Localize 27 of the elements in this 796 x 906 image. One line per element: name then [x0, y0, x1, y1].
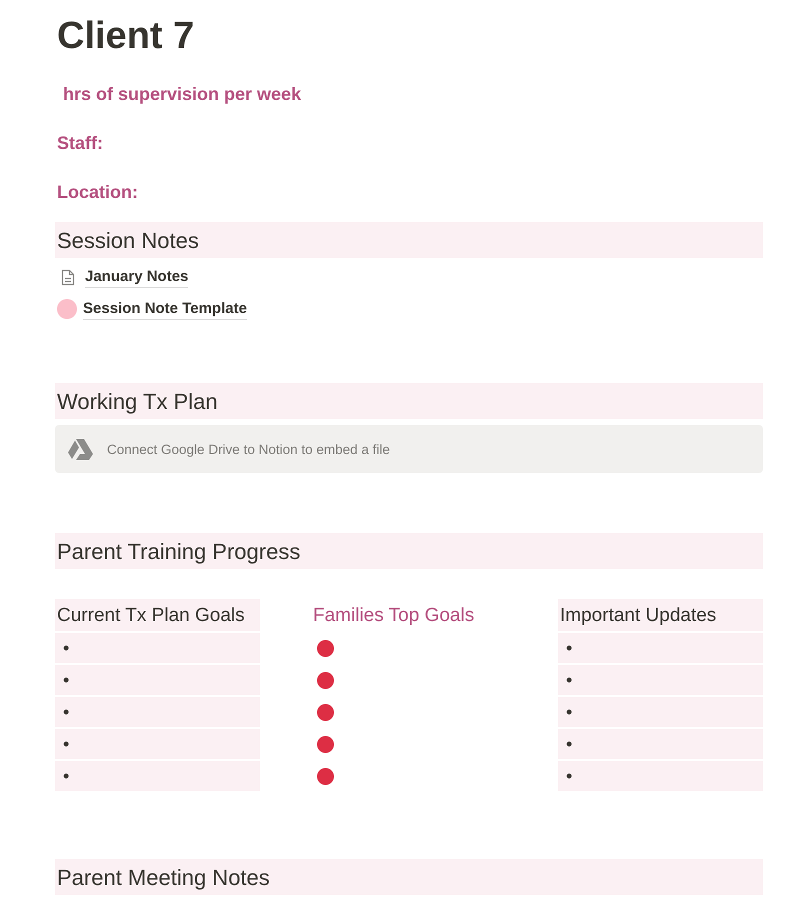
bullet: •	[566, 734, 572, 754]
column-heading: Current Tx Plan Goals	[55, 599, 260, 631]
section-heading: Session Notes	[55, 222, 763, 258]
bullet: •	[63, 670, 70, 690]
column-heading: Important Updates	[558, 599, 763, 631]
page-link[interactable]: January Notes	[85, 266, 188, 288]
property-label: hrs of supervision per week	[62, 83, 302, 106]
section-heading: Parent Meeting Notes	[55, 859, 763, 895]
page-title: Client 7	[57, 14, 196, 58]
section-heading: Parent Training Progress	[55, 533, 763, 569]
property-label: Staff:	[56, 132, 104, 155]
document-icon	[61, 268, 75, 286]
embed-text: Connect Google Drive to Notion to embed a file	[107, 442, 390, 456]
page-link[interactable]: Session Note Template	[83, 298, 247, 320]
bullet: •	[566, 638, 572, 658]
bullet: •	[566, 702, 572, 722]
bullet: •	[63, 766, 70, 786]
drive-icon	[67, 438, 93, 460]
section-heading: Working Tx Plan	[55, 383, 763, 419]
column-heading: Families Top Goals	[312, 604, 476, 628]
bullet: •	[566, 670, 572, 690]
bullet: •	[63, 638, 70, 658]
embed-placeholder[interactable]: Connect Google Drive to Notion to embed a file	[55, 425, 763, 473]
bullet: •	[566, 766, 572, 786]
property-label: Location:	[56, 181, 139, 204]
bullet: •	[63, 702, 70, 722]
bullet: •	[63, 734, 70, 754]
